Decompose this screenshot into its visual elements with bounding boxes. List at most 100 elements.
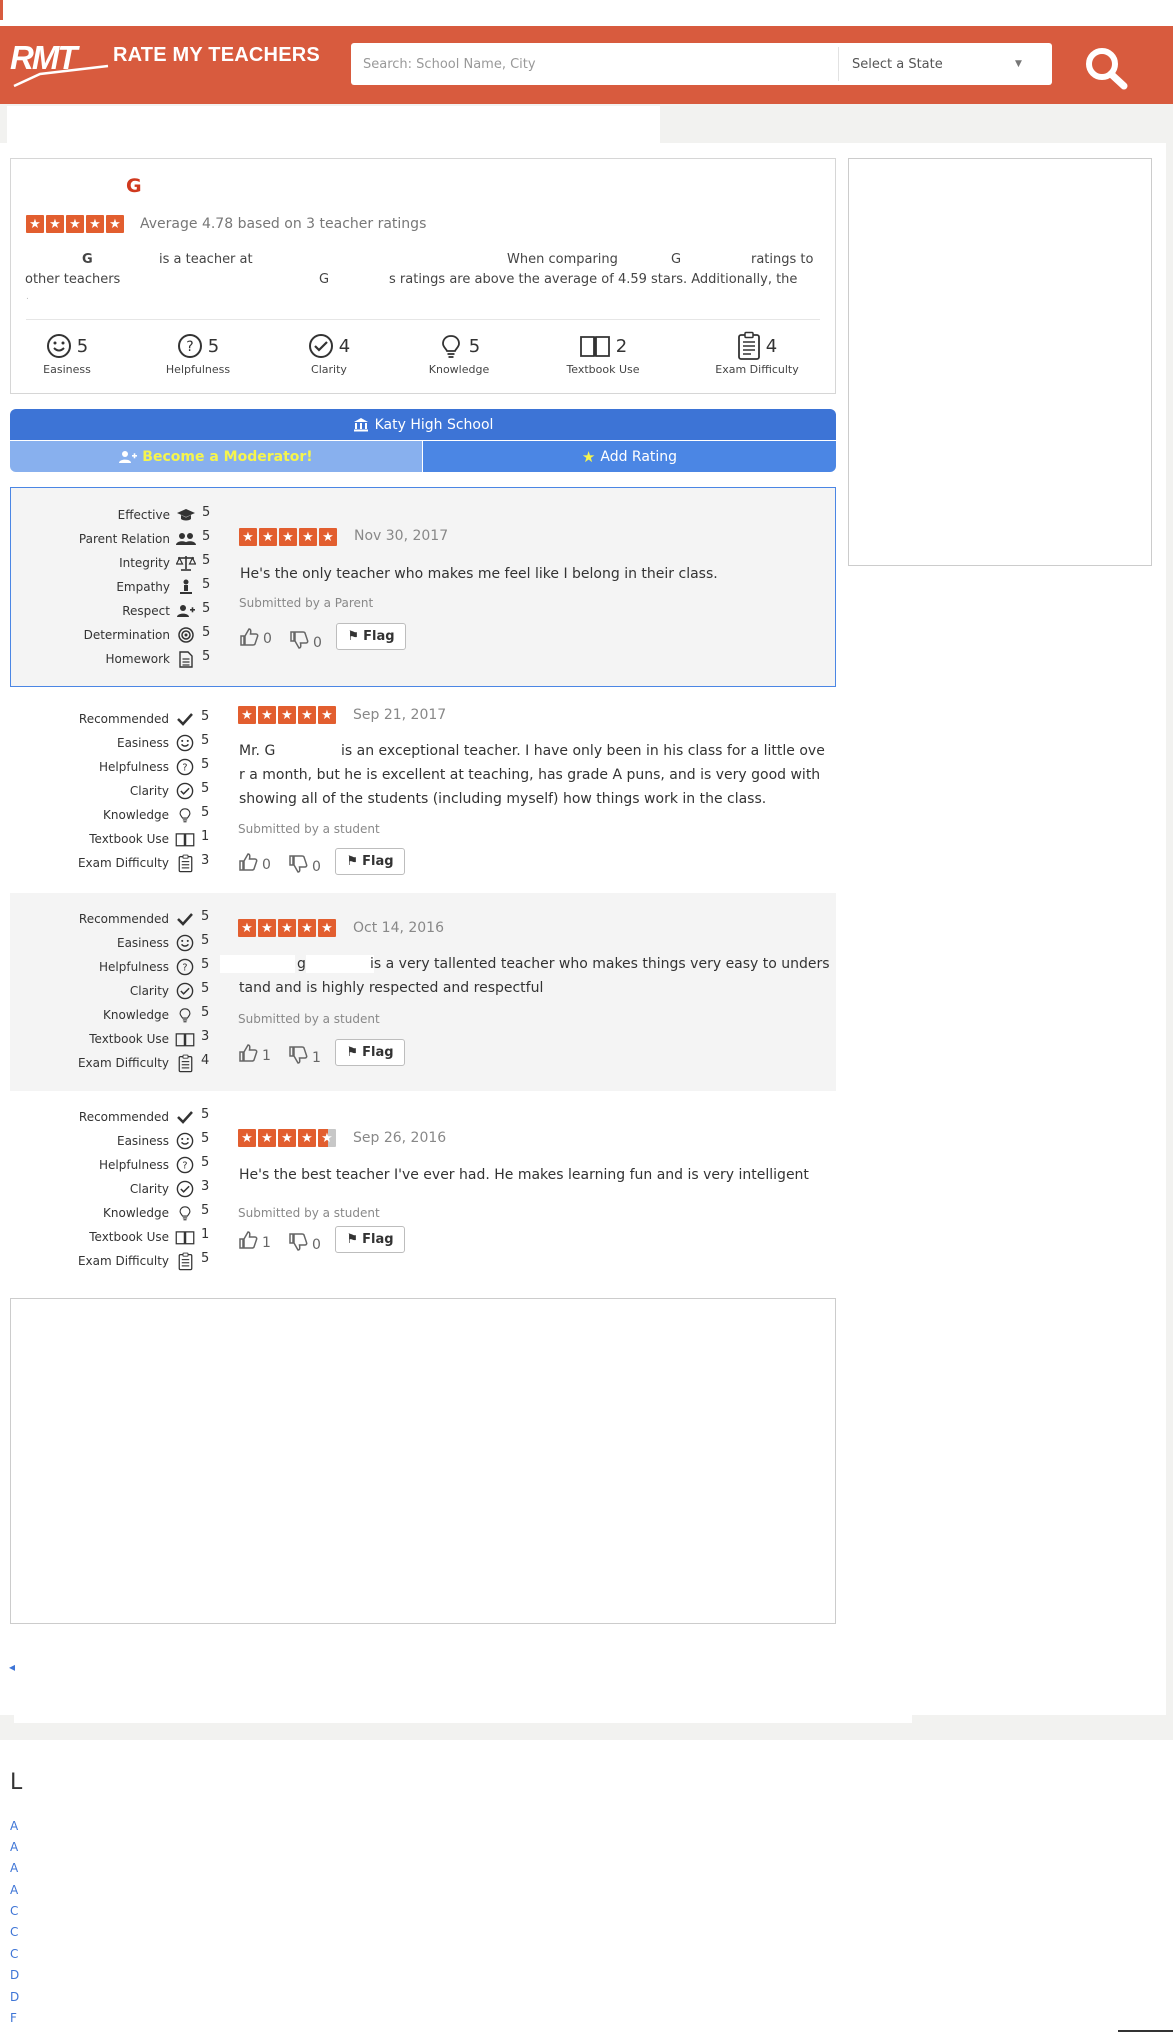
add-rating-label: Add Rating (600, 448, 678, 465)
thumbs-down-button[interactable]: 0 (288, 1231, 321, 1253)
footer-link[interactable]: A (10, 1819, 18, 1833)
clipboard-icon (175, 1251, 195, 1271)
flag-button[interactable]: ⚑ Flag (335, 1226, 405, 1253)
star-icon: ★ (319, 528, 337, 546)
school-link[interactable]: Katy High School (10, 409, 836, 440)
question-icon: ? (175, 957, 195, 977)
teacher-rating-stars: ★ ★ ★ ★ ★ (26, 215, 124, 233)
metric-value: 5 (468, 335, 481, 357)
thumbs-up-count: 0 (263, 631, 272, 647)
star-icon: ★ (238, 706, 256, 724)
category-label: Clarity (129, 784, 169, 798)
review-category: Textbook Use (10, 1029, 195, 1049)
review-category: Integrity (11, 553, 196, 573)
category-value: 5 (201, 957, 210, 972)
category-value: 5 (201, 1131, 210, 1146)
flag-button[interactable]: ⚑ Flag (335, 1039, 405, 1066)
review-category: Exam Difficulty (10, 1053, 195, 1073)
thumbs-up-button[interactable]: 1 (238, 1042, 271, 1064)
thumbs-down-button[interactable]: 0 (288, 853, 321, 875)
category-value: 3 (201, 1179, 210, 1194)
star-icon: ★ (106, 215, 124, 233)
category-value: 5 (202, 505, 211, 520)
footer-link[interactable]: A (10, 1840, 18, 1854)
review-category: Clarity (10, 1179, 195, 1199)
target-icon (176, 625, 196, 645)
star-icon: ★ (298, 1129, 316, 1147)
thumbs-down-button[interactable]: 0 (289, 629, 322, 651)
user-plus-icon (176, 601, 196, 621)
footer-link[interactable]: A (10, 1883, 18, 1897)
thumbs-up-button[interactable]: 1 (238, 1229, 271, 1251)
review-text: tand and is highly respected and respect… (239, 980, 544, 996)
footer-link[interactable]: F (10, 2011, 17, 2025)
category-value: 5 (202, 553, 211, 568)
check-circle-icon (308, 334, 333, 358)
check-icon (175, 709, 195, 729)
star-icon: ★ (278, 706, 296, 724)
description-fragment: G (82, 252, 93, 267)
review-category: Empathy (11, 577, 196, 597)
search-bar: Select a State (351, 43, 1052, 85)
question-icon: ? (175, 1155, 195, 1175)
category-value: 1 (201, 1227, 210, 1242)
footer-link[interactable]: C (10, 1947, 18, 1961)
category-label: Effective (117, 508, 170, 522)
thumbs-up-count: 1 (262, 1235, 271, 1251)
category-value: 5 (201, 1203, 210, 1218)
star-icon: ★ (86, 215, 104, 233)
thumbs-up-icon (240, 628, 259, 646)
footer-link[interactable]: D (10, 1968, 19, 1982)
footer-link[interactable]: D (10, 1990, 19, 2004)
thumbs-down-icon (289, 1233, 308, 1251)
logo[interactable]: RMT (10, 38, 110, 90)
become-moderator-label: Become a Moderator! (142, 448, 313, 465)
add-rating-button[interactable]: ★ Add Rating (423, 441, 836, 472)
svg-text:?: ? (182, 962, 187, 973)
review-category: Recommended (10, 709, 195, 729)
star-icon: ★ (26, 215, 44, 233)
logo-text[interactable]: RATE MY TEACHERS (113, 44, 320, 67)
thumbs-up-count: 0 (262, 857, 271, 873)
category-value: 5 (201, 909, 210, 924)
thumbs-up-button[interactable]: 0 (238, 851, 271, 873)
category-value: 5 (202, 577, 211, 592)
star-icon: ★ (66, 215, 84, 233)
smiley-icon (175, 933, 195, 953)
category-value: 4 (201, 1053, 210, 1068)
footer-link[interactable]: C (10, 1925, 18, 1939)
user-plus-icon (119, 450, 138, 463)
flag-button[interactable]: ⚑ Flag (335, 848, 405, 875)
review-text: r a month, but he is excellent at teachi… (239, 767, 821, 783)
smiley-icon (175, 733, 195, 753)
flag-button[interactable]: ⚑ Flag (336, 623, 406, 650)
metric-value: 5 (76, 335, 89, 357)
description-fragment: G (671, 252, 682, 267)
category-label: Helpfulness (98, 1158, 169, 1172)
review-stars: ★ ★ ★ ★ ★ (239, 528, 337, 546)
footer-link[interactable]: C (10, 1904, 18, 1918)
book-icon (175, 1029, 195, 1049)
review-category: Homework (11, 649, 196, 669)
question-icon: ? (175, 757, 195, 777)
become-moderator-button[interactable]: Become a Moderator! (10, 441, 422, 472)
previous-page-icon[interactable]: ◂ (9, 1660, 15, 1674)
search-input[interactable] (351, 43, 838, 85)
category-label: Exam Difficulty (77, 856, 169, 870)
clipboard-icon (175, 1053, 195, 1073)
sidebar-ad-slot (848, 158, 1152, 566)
lightbulb-icon (175, 1203, 195, 1223)
category-label: Respect (122, 604, 170, 618)
search-button[interactable] (1080, 44, 1132, 92)
thumbs-up-button[interactable]: 0 (239, 627, 272, 647)
top-strip (0, 0, 1173, 26)
thumbs-up-count: 1 (262, 1048, 271, 1064)
review-category: Clarity (10, 781, 195, 801)
thumbs-down-button[interactable]: 1 (288, 1044, 321, 1066)
clipboard-icon (737, 331, 760, 360)
question-icon: ? (177, 334, 202, 358)
top-ad-slot (7, 106, 660, 143)
star-icon: ★ (238, 1129, 256, 1147)
footer-link[interactable]: A (10, 1861, 18, 1875)
category-value: 5 (201, 1005, 210, 1020)
